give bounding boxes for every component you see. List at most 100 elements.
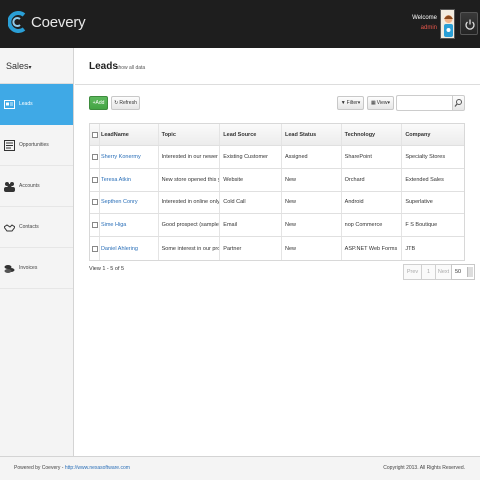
table-row[interactable]: Daniel Ahlering Some interest in our pro…	[90, 237, 464, 260]
column-header[interactable]: Lead Source	[220, 124, 282, 145]
prev-page-button[interactable]: Prev	[403, 264, 421, 280]
lead-name-link[interactable]: Teresa Atkin	[100, 168, 159, 191]
row-checkbox[interactable]	[90, 191, 100, 214]
caret-down-icon: ▾	[28, 65, 32, 71]
spinner-icon[interactable]	[467, 267, 473, 277]
sidebar-item-contacts[interactable]: Contacts	[0, 207, 73, 248]
table-cell: Website	[220, 168, 282, 191]
table-cell: Cold Call	[220, 191, 282, 214]
table-cell: Extended Sales	[405, 176, 444, 183]
power-icon	[465, 19, 475, 30]
next-page-button[interactable]: Next	[435, 264, 451, 280]
page-number-button[interactable]: 1	[421, 264, 435, 280]
lead-name-link[interactable]: Sherry Konermy	[100, 146, 159, 168]
table-cell: Assigned	[282, 146, 342, 168]
refresh-button[interactable]: ↻ Refresh	[111, 96, 140, 110]
table-cell: Orchard	[342, 168, 403, 191]
table-cell: F S Boutique	[405, 222, 438, 229]
table-cell: Existing Customer	[220, 146, 282, 168]
page-size-select[interactable]: 50	[451, 264, 475, 280]
table-footer: View 1 - 5 of 5 Prev 1 Next » 50	[89, 264, 475, 284]
table-cell: SharePoint	[342, 146, 403, 168]
column-header[interactable]: Technology	[342, 124, 403, 145]
lead-name-link[interactable]: Septhen Conry	[100, 191, 159, 214]
table-cell: Interested in online only ...	[159, 191, 221, 214]
opportunities-doc-icon	[4, 139, 15, 151]
column-header[interactable]: Lead Status	[282, 124, 342, 145]
sidebar-item-label: Leads	[19, 101, 33, 107]
refresh-icon: ↻	[114, 100, 119, 106]
main-content: Leads show all data + Add ↻ Refresh ▼ Filte…	[75, 48, 480, 456]
column-header[interactable]: Company	[402, 124, 464, 145]
sidebar: Sales▾ Leads Opportunities Accounts Cont…	[0, 48, 74, 456]
lead-name-link[interactable]: Sime Higa	[100, 214, 159, 237]
powered-by: Powered by Coevery - http://www.nexasoft…	[14, 465, 130, 471]
view-button[interactable]: ▦ View ▾	[367, 96, 394, 110]
coevery-logo-icon	[7, 10, 28, 34]
accounts-people-icon	[4, 181, 15, 192]
filter-icon: ▼	[340, 100, 346, 106]
contacts-handshake-icon	[3, 222, 16, 233]
page-size-value: 50	[455, 269, 462, 275]
app-selector-label: Sales	[6, 61, 29, 71]
username-link[interactable]: admin	[412, 23, 437, 33]
leads-card-icon	[4, 99, 15, 110]
leads-table: LeadName Topic Lead Source Lead Status T…	[89, 123, 465, 261]
avatar[interactable]	[440, 9, 455, 39]
show-all-data-link[interactable]: show all data	[116, 65, 145, 71]
grid-view-icon: ▦	[371, 100, 376, 106]
filter-button-label: Filter	[346, 100, 358, 106]
table-cell: Partner	[220, 237, 282, 260]
filter-button[interactable]: ▼ Filter ▾	[337, 96, 364, 110]
caret-down-icon: ▾	[387, 100, 390, 106]
row-checkbox[interactable]	[90, 214, 100, 237]
sidebar-item-invoices[interactable]: Invoices	[0, 248, 73, 289]
page-footer: Powered by Coevery - http://www.nexasoft…	[0, 456, 480, 480]
row-checkbox[interactable]	[90, 237, 100, 260]
table-cell: JTB	[405, 245, 416, 252]
brand-logo[interactable]: Coevery	[7, 10, 86, 34]
add-button[interactable]: + Add	[89, 96, 108, 110]
table-row[interactable]: Septhen Conry Interested in online only …	[90, 191, 464, 215]
table-cell: New	[282, 191, 342, 214]
record-count: View 1 - 5 of 5	[89, 266, 125, 272]
copyright-text: Copyright 2013. All Rights Reserved.	[383, 465, 465, 471]
table-header-row: LeadName Topic Lead Source Lead Status T…	[90, 124, 464, 146]
app-selector[interactable]: Sales▾	[0, 48, 73, 84]
table-cell: Specialty Stores	[405, 153, 446, 160]
lead-name-link[interactable]: Daniel Ahlering	[100, 237, 159, 260]
table-cell: Android	[342, 191, 403, 214]
website-link[interactable]: http://www.nexasoftware.com	[65, 465, 130, 471]
table-cell: Interested in our newer ...	[159, 146, 221, 168]
table-row[interactable]: Sime Higa Good prospect (sample) Email N…	[90, 214, 464, 238]
table-cell: ASP.NET Web Forms	[342, 237, 403, 260]
caret-down-icon: ▾	[357, 100, 361, 106]
column-header[interactable]: LeadName	[100, 124, 159, 145]
select-all-checkbox[interactable]	[90, 124, 100, 145]
table-row[interactable]: Teresa Atkin New store opened this y... …	[90, 168, 464, 192]
sidebar-item-label: Opportunities	[19, 142, 49, 148]
search-button[interactable]	[452, 95, 465, 111]
row-checkbox[interactable]	[90, 168, 100, 191]
search-icon	[454, 99, 462, 107]
refresh-button-label: Refresh	[119, 100, 137, 106]
table-cell: nop Commerce	[342, 214, 403, 237]
powered-by-text: Powered by Coevery -	[14, 465, 65, 471]
table-cell: Good prospect (sample)	[159, 214, 221, 237]
welcome-label: Welcome	[412, 15, 437, 21]
row-checkbox[interactable]	[90, 146, 100, 168]
table-row[interactable]: Sherry Konermy Interested in our newer .…	[90, 146, 464, 169]
table-cell: New store opened this y...	[159, 168, 221, 191]
sidebar-item-accounts[interactable]: Accounts	[0, 166, 73, 207]
table-cell: Email	[220, 214, 282, 237]
table-cell: New	[282, 168, 342, 191]
sidebar-item-opportunities[interactable]: Opportunities	[0, 125, 73, 166]
welcome-text: Welcome admin	[412, 13, 437, 33]
search-input[interactable]	[396, 95, 453, 111]
column-header[interactable]: Topic	[159, 124, 221, 145]
logout-button[interactable]	[460, 12, 478, 35]
page-header: Leads show all data	[75, 48, 480, 85]
sidebar-item-label: Contacts	[19, 224, 39, 230]
brand-name: Coevery	[31, 13, 86, 31]
sidebar-item-leads[interactable]: Leads	[0, 84, 73, 125]
